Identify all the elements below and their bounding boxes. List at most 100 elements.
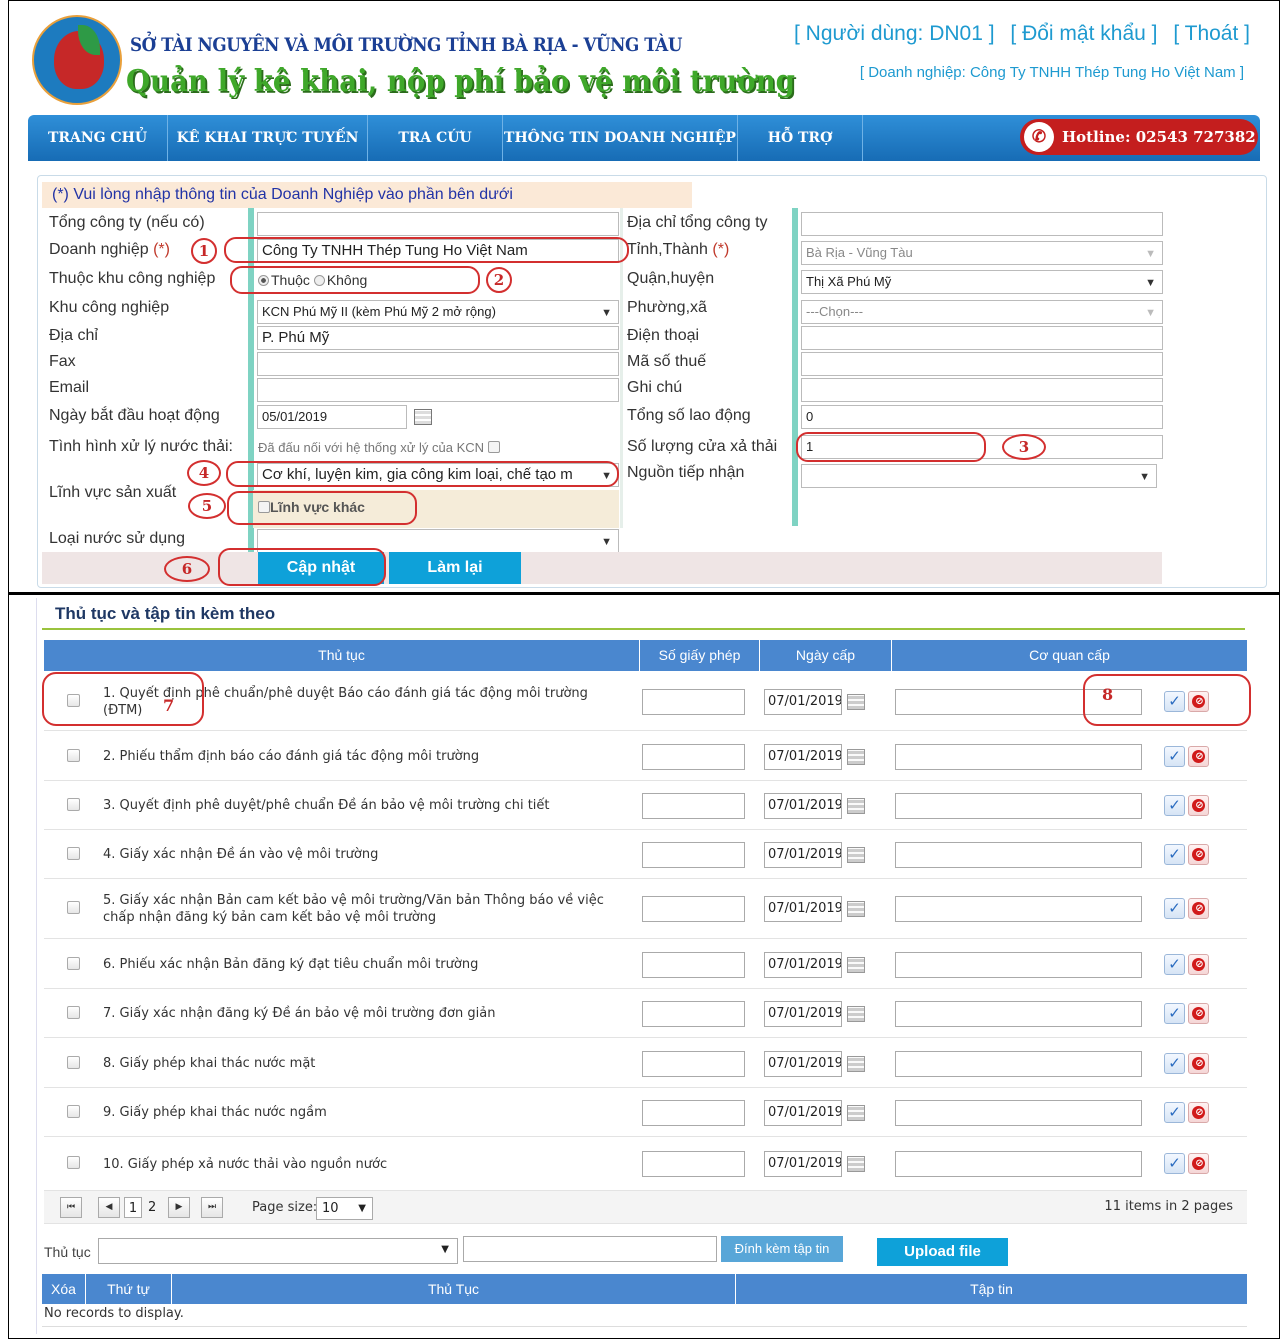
issue-date-input[interactable]: 07/01/2019 [764,841,842,868]
row-checkbox[interactable] [67,1104,80,1118]
calendar-icon[interactable] [847,956,865,973]
nav-item-ho-tro[interactable]: HỖ TRỢ [738,115,863,161]
ghi-chu-input[interactable] [801,378,1163,402]
reset-button[interactable]: Làm lại [389,552,521,584]
save-check-icon[interactable]: ✓ [1164,745,1185,767]
calendar-icon[interactable] [847,748,865,765]
nguon-tiep-nhan-select[interactable]: ▼ [801,464,1157,488]
license-number-input[interactable] [642,951,745,978]
issuing-agency-input[interactable] [895,841,1142,868]
user-link[interactable]: [ Người dùng: DN01 ] [794,22,995,45]
attach-procedure-select[interactable]: ▼ [98,1238,458,1264]
save-check-icon[interactable]: ✓ [1164,953,1185,975]
col-thu-tu[interactable]: Thứ tự [86,1274,172,1305]
license-number-input[interactable] [642,1099,745,1126]
delete-icon[interactable]: ⊘ [1188,953,1209,975]
delete-icon[interactable]: ⊘ [1188,843,1209,865]
row-checkbox[interactable] [67,846,80,860]
calendar-icon[interactable] [847,1104,865,1121]
row-checkbox[interactable] [67,1055,80,1069]
nav-item-thong-tin-dn[interactable]: THÔNG TIN DOANH NGHIỆP [503,115,738,161]
tong-cong-ty-input[interactable] [257,212,619,236]
prev-page-icon[interactable]: ◀ [98,1197,120,1218]
issue-date-input[interactable]: 07/01/2019 [764,1151,842,1177]
issuing-agency-input[interactable] [895,743,1142,770]
attach-file-input[interactable] [463,1236,717,1262]
issuing-agency-input[interactable] [895,1050,1142,1077]
issuing-agency-input[interactable] [895,1099,1142,1126]
page-size-select[interactable]: 10 ▼ [316,1197,373,1220]
license-number-input[interactable] [642,841,745,868]
save-check-icon[interactable]: ✓ [1164,1153,1185,1174]
issuing-agency-input[interactable] [895,951,1142,978]
calendar-icon[interactable] [847,1156,865,1172]
ma-so-thue-input[interactable] [801,352,1163,376]
tong-so-lao-dong-input[interactable]: 0 [801,405,1163,429]
issuing-agency-input[interactable] [895,896,1142,922]
delete-icon[interactable]: ⊘ [1188,1002,1209,1024]
calendar-icon[interactable] [847,846,865,863]
row-checkbox[interactable] [67,956,80,970]
save-check-icon[interactable]: ✓ [1164,1101,1185,1123]
save-check-icon[interactable]: ✓ [1164,1052,1185,1074]
delete-icon[interactable]: ⊘ [1188,745,1209,767]
row-checkbox[interactable] [67,748,80,762]
license-number-input[interactable] [642,1151,745,1177]
save-check-icon[interactable]: ✓ [1164,843,1185,865]
dien-thoai-input[interactable] [801,326,1163,350]
quan-huyen-select[interactable]: Thị Xã Phú Mỹ ▼ [801,270,1163,294]
calendar-icon[interactable] [847,693,865,710]
company-link[interactable]: [ Doanh nghiệp: Công Ty TNHH Thép Tung H… [860,64,1244,81]
col-xoa[interactable]: Xóa [42,1274,86,1305]
hotline-badge[interactable]: ✆ Hotline: 02543 727382 [1020,119,1258,155]
nav-item-tra-cuu[interactable]: TRA CỨU [368,115,503,161]
issue-date-input[interactable]: 07/01/2019 [764,1099,842,1126]
row-checkbox[interactable] [67,1005,80,1019]
license-number-input[interactable] [642,792,745,819]
col-co-quan-cap[interactable]: Cơ quan cấp [892,640,1247,671]
issue-date-input[interactable]: 07/01/2019 [764,1000,842,1027]
fax-input[interactable] [257,352,619,376]
first-page-icon[interactable]: ⏮ [60,1197,82,1218]
issue-date-input[interactable]: 07/01/2019 [764,743,842,770]
license-number-input[interactable] [642,1050,745,1077]
issue-date-input[interactable]: 07/01/2019 [764,792,842,819]
page-1-link[interactable]: 1 [124,1197,142,1218]
logout-link[interactable]: [ Thoát ] [1173,22,1250,45]
license-number-input[interactable] [642,688,745,715]
calendar-icon[interactable] [847,901,865,917]
delete-icon[interactable]: ⊘ [1188,1052,1209,1074]
dia-chi-input[interactable]: P. Phú Mỹ [257,326,619,350]
row-checkbox[interactable] [67,901,80,914]
issuing-agency-input[interactable] [895,1000,1142,1027]
license-number-input[interactable] [642,743,745,770]
license-number-input[interactable] [642,1000,745,1027]
issue-date-input[interactable]: 07/01/2019 [764,1050,842,1077]
issuing-agency-input[interactable] [895,1151,1142,1177]
issuing-agency-input[interactable] [895,792,1142,819]
col-ngay-cap[interactable]: Ngày cấp [760,640,892,671]
calendar-icon[interactable] [847,797,865,814]
col-tap-tin[interactable]: Tập tin [736,1274,1247,1305]
change-password-link[interactable]: [ Đổi mật khẩu ] [1010,22,1157,45]
delete-icon[interactable]: ⊘ [1188,690,1209,712]
save-check-icon[interactable]: ✓ [1164,898,1185,919]
dia-chi-tong-cong-ty-input[interactable] [801,212,1163,236]
khu-cong-nghiep-select[interactable]: KCN Phú Mỹ II (kèm Phú Mỹ 2 mở rộng) ▼ [257,300,619,324]
upload-file-button[interactable]: Upload file [877,1238,1008,1266]
phuong-xa-select[interactable]: ---Chọn--- ▼ [801,300,1163,324]
email-input[interactable] [257,378,619,402]
delete-icon[interactable]: ⊘ [1188,794,1209,816]
save-check-icon[interactable]: ✓ [1164,794,1185,816]
issue-date-input[interactable]: 07/01/2019 [764,951,842,978]
delete-icon[interactable]: ⊘ [1188,898,1209,919]
row-checkbox[interactable] [67,1156,80,1169]
nav-item-ke-khai[interactable]: KÊ KHAI TRỰC TUYẾN [168,115,368,161]
calendar-icon[interactable] [847,1005,865,1022]
issue-date-input[interactable]: 07/01/2019 [764,896,842,922]
delete-icon[interactable]: ⊘ [1188,1153,1209,1174]
save-check-icon[interactable]: ✓ [1164,1002,1185,1024]
calendar-icon[interactable] [414,409,432,425]
license-number-input[interactable] [642,896,745,922]
delete-icon[interactable]: ⊘ [1188,1101,1209,1123]
